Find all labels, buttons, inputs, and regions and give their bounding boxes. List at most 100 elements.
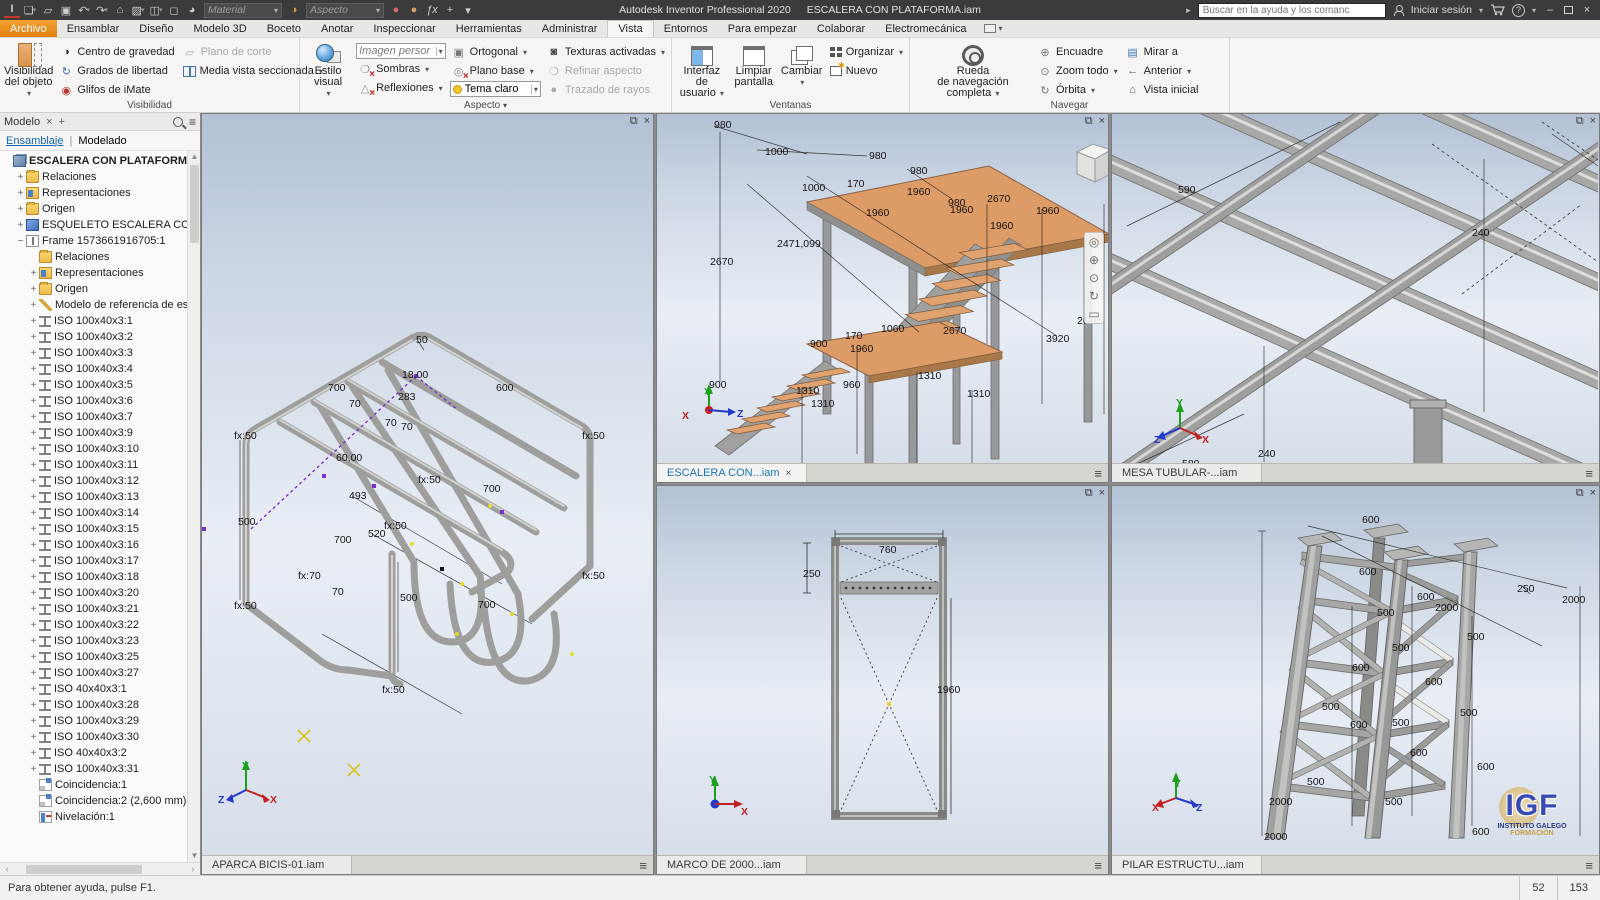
store-cart-icon[interactable]: [1490, 4, 1505, 16]
viewport-3d-canvas[interactable]: 590240240580YZX ⧉ ×: [1112, 114, 1599, 463]
tab-close-icon[interactable]: ×: [785, 468, 791, 479]
ribbon-tab-administrar[interactable]: Administrar: [532, 20, 608, 37]
expand-icon[interactable]: +: [28, 716, 39, 727]
save-icon[interactable]: ▣: [58, 2, 74, 18]
viewport-3d-canvas[interactable]: 9801000980980100017019602670980196019601…: [657, 114, 1108, 463]
cambiar-button[interactable]: Cambiar▾: [780, 41, 824, 99]
viewport-restore-icon[interactable]: ⧉: [1085, 115, 1093, 128]
tree-item[interactable]: +Relaciones: [0, 169, 187, 185]
tree-item[interactable]: +ISO 100x40x3:10: [0, 441, 187, 457]
tree-item[interactable]: +ISO 100x40x3:28: [0, 697, 187, 713]
browser-add-tab-icon[interactable]: +: [59, 116, 65, 128]
expand-icon[interactable]: +: [28, 508, 39, 519]
viewport-restore-icon[interactable]: ⧉: [1085, 487, 1093, 500]
look-at-icon[interactable]: ▭: [1088, 308, 1099, 320]
viewport-restore-icon[interactable]: ⧉: [1576, 115, 1584, 128]
appearance-wheel-icon[interactable]: ◕: [184, 2, 200, 18]
expand-icon[interactable]: +: [28, 316, 39, 327]
fx-parameters-icon[interactable]: ƒx: [424, 2, 440, 18]
viewport-title-tab[interactable]: PILAR ESTRUCTU...iam: [1112, 856, 1262, 874]
expand-icon[interactable]: +: [28, 604, 39, 615]
centro-de-gravedad-button[interactable]: ◑ Centro de gravedad: [57, 43, 176, 61]
expand-icon[interactable]: +: [28, 364, 39, 375]
viewport-restore-icon[interactable]: ⧉: [630, 115, 638, 128]
tree-item[interactable]: +ISO 100x40x3:7: [0, 409, 187, 425]
navigation-wheel-icon[interactable]: ◎: [1089, 236, 1099, 248]
tree-item[interactable]: +ISO 100x40x3:31: [0, 761, 187, 777]
expand-icon[interactable]: +: [28, 524, 39, 535]
browser-search-icon[interactable]: [173, 117, 183, 127]
tree-item[interactable]: −Frame 1573661916705:1: [0, 233, 187, 249]
viewport-3d-canvas[interactable]: 7602501960YX ⧉ ×: [657, 486, 1108, 855]
tree-item[interactable]: Coincidencia:1: [0, 777, 187, 793]
add-qat-icon[interactable]: +: [442, 2, 458, 18]
material-combo[interactable]: Material▾: [204, 3, 282, 18]
sketch-icon[interactable]: ▨▾: [130, 2, 146, 18]
expand-icon[interactable]: +: [28, 476, 39, 487]
tree-item[interactable]: +ISO 100x40x3:21: [0, 601, 187, 617]
help-search-input[interactable]: [1198, 3, 1386, 18]
viewport-3d-canvas[interactable]: 5070018,0028370600fx:50fx:50707060,00493…: [202, 114, 653, 855]
open-file-icon[interactable]: ▱: [40, 2, 56, 18]
expand-icon[interactable]: +: [28, 348, 39, 359]
tree-item[interactable]: +Representaciones: [0, 265, 187, 281]
expand-icon[interactable]: +: [28, 428, 39, 439]
expand-icon[interactable]: +: [15, 172, 26, 183]
navigation-toolbar[interactable]: ◎⊕⊙↻▭: [1084, 232, 1104, 324]
adjust-icon[interactable]: ●: [388, 2, 404, 18]
expand-icon[interactable]: +: [15, 220, 26, 231]
encuadre-button[interactable]: ⊕ Encuadre: [1036, 43, 1120, 61]
tree-item[interactable]: +Origen: [0, 201, 187, 217]
tree-item[interactable]: +ESQUELETO ESCALERA CON PLATAFOI: [0, 217, 187, 233]
tree-item[interactable]: +Representaciones: [0, 185, 187, 201]
ribbon-tab-para-empezar[interactable]: Para empezar: [718, 20, 807, 37]
tree-item[interactable]: +ISO 100x40x3:25: [0, 649, 187, 665]
help-icon[interactable]: ?: [1512, 4, 1525, 17]
expand-icon[interactable]: +: [28, 764, 39, 775]
zoom-todo-button[interactable]: ⊙ Zoom todo▾: [1036, 62, 1120, 80]
sign-in-link[interactable]: Iniciar sesión: [1411, 4, 1472, 16]
scroll-up-icon[interactable]: ▲: [188, 151, 200, 163]
tree-item[interactable]: +ISO 100x40x3:29: [0, 713, 187, 729]
organizar-button[interactable]: Organizar▾: [828, 43, 905, 61]
tree-item[interactable]: +Modelo de referencia de estructura: [0, 297, 187, 313]
vista-inicial-button[interactable]: ⌂ Vista inicial: [1124, 81, 1201, 99]
minimize-button[interactable]: –: [1543, 4, 1557, 16]
qat-dropdown-icon[interactable]: ▾: [460, 2, 476, 18]
search-collapse-icon[interactable]: ▸: [1186, 5, 1191, 16]
tree-item[interactable]: +ISO 100x40x3:13: [0, 489, 187, 505]
hamburger-icon[interactable]: ≡: [1088, 466, 1108, 481]
expand-icon[interactable]: +: [15, 188, 26, 199]
tree-item[interactable]: +ISO 40x40x3:1: [0, 681, 187, 697]
ortogonal-button[interactable]: ▣ Ortogonal▾: [450, 43, 541, 61]
expand-icon[interactable]: +: [28, 620, 39, 631]
texturas-activadas-button[interactable]: ◙ Texturas activadas▾: [545, 43, 667, 61]
plano-base-button[interactable]: ◎ Plano base▾: [450, 62, 541, 80]
expand-icon[interactable]: +: [28, 652, 39, 663]
tree-item[interactable]: +ISO 100x40x3:12: [0, 473, 187, 489]
hamburger-icon[interactable]: ≡: [1579, 858, 1599, 873]
signin-dropdown-icon[interactable]: ▾: [1479, 6, 1483, 15]
ribbon-tab-boceto[interactable]: Boceto: [257, 20, 311, 37]
undo-icon[interactable]: ↶▾: [76, 2, 92, 18]
expand-icon[interactable]: +: [28, 700, 39, 711]
ribbon-tab-inspeccionar[interactable]: Inspeccionar: [363, 20, 445, 37]
tree-item[interactable]: +ISO 100x40x3:20: [0, 585, 187, 601]
expand-icon[interactable]: +: [28, 284, 39, 295]
expand-icon[interactable]: +: [28, 396, 39, 407]
tree-item[interactable]: +ISO 100x40x3:11: [0, 457, 187, 473]
expand-icon[interactable]: +: [28, 572, 39, 583]
glifos-de-imate-button[interactable]: ◉ Glifos de iMate: [57, 81, 176, 99]
anterior-button[interactable]: ← Anterior▾: [1124, 62, 1201, 80]
browser-tab-modelo[interactable]: Modelo: [4, 116, 40, 128]
grados-de-libertad-button[interactable]: ↻ Grados de libertad: [57, 62, 176, 80]
browser-menu-icon[interactable]: ≡: [189, 115, 196, 129]
tree-item[interactable]: +ISO 100x40x3:14: [0, 505, 187, 521]
expand-icon[interactable]: +: [28, 748, 39, 759]
tree-item[interactable]: +ISO 100x40x3:3: [0, 345, 187, 361]
expand-icon[interactable]: +: [28, 332, 39, 343]
tree-item[interactable]: +ISO 100x40x3:6: [0, 393, 187, 409]
tree-item[interactable]: +ISO 100x40x3:2: [0, 329, 187, 345]
expand-icon[interactable]: +: [28, 556, 39, 567]
orbita-button[interactable]: ↻ Órbita▾: [1036, 81, 1120, 99]
